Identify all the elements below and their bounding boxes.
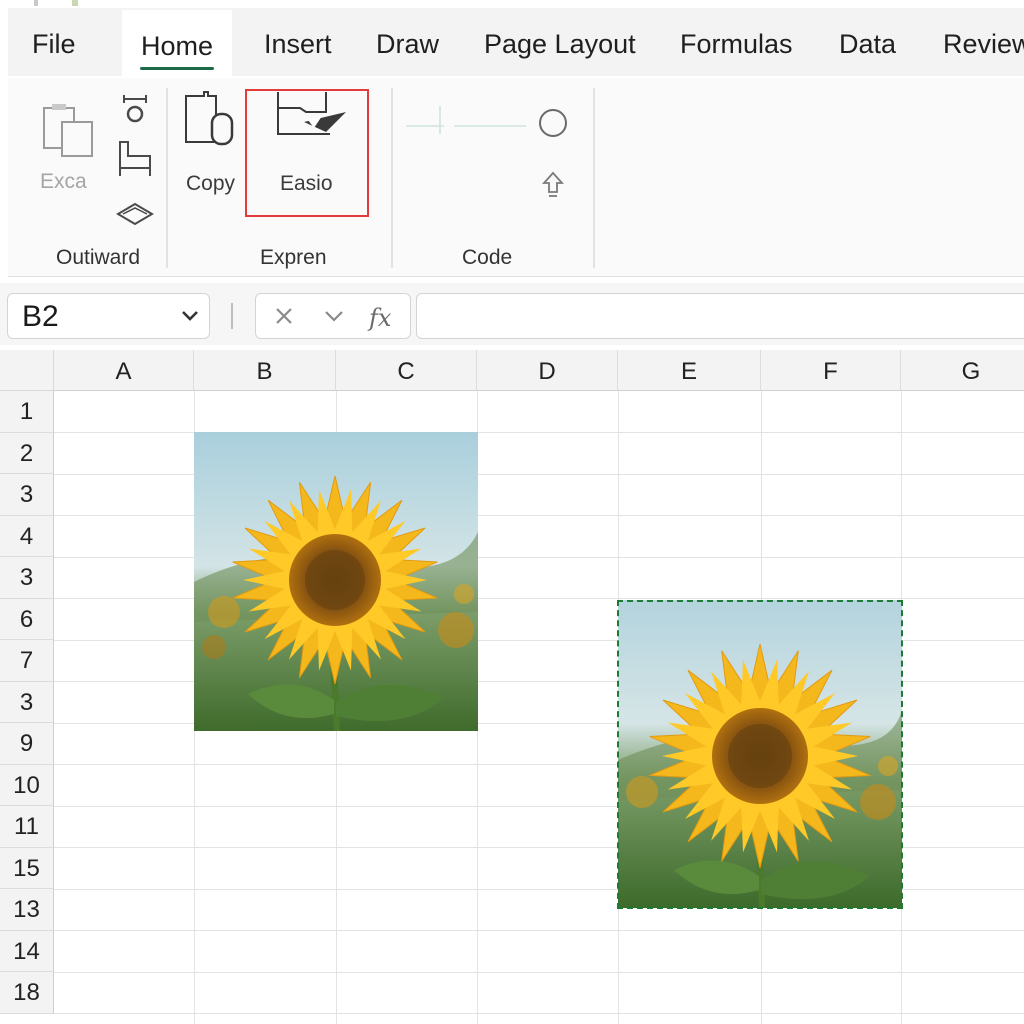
worksheet-grid[interactable]: A B C D E F G 1 2 3 4 3 6 7 3 9 10 11 15… [0, 350, 1024, 1024]
ribbon: Exca Outiward Copy Easio Expren Code [8, 78, 1024, 277]
sunflower-image [618, 600, 902, 908]
ribbon-tab-bar: File Home Insert Draw Page Layout Formul… [8, 8, 1024, 76]
picture-tool-icon [277, 92, 346, 135]
tab-page-layout[interactable]: Page Layout [484, 8, 636, 76]
format-painter-button[interactable] [121, 94, 149, 131]
column-header-d[interactable]: D [477, 350, 618, 391]
formula-bar: B2 fx [0, 283, 1024, 345]
row-header[interactable]: 9 [0, 723, 54, 765]
gridline [54, 971, 1024, 973]
tab-draw[interactable]: Draw [376, 8, 439, 76]
row-header[interactable]: 13 [0, 889, 54, 931]
line-shape-button[interactable] [404, 100, 534, 145]
tab-formulas[interactable]: Formulas [680, 8, 793, 76]
tab-home[interactable]: Home [122, 10, 232, 76]
sunflower-picture-1[interactable] [194, 432, 478, 731]
upload-button[interactable] [540, 170, 566, 205]
window-top-strip [0, 0, 1024, 8]
row-header[interactable]: 14 [0, 930, 54, 972]
group-separator [391, 88, 393, 268]
format-painter-icon [123, 95, 147, 123]
column-header-e[interactable]: E [618, 350, 761, 391]
row-header[interactable]: 3 [0, 681, 54, 723]
row-header[interactable]: 1 [0, 391, 54, 433]
group-label-code: Code [462, 246, 513, 269]
formula-bar-divider [231, 303, 233, 329]
row-header[interactable]: 2 [0, 432, 54, 474]
enter-check-icon[interactable] [320, 302, 348, 330]
gridline [54, 1013, 1024, 1014]
sunflower-image [194, 432, 478, 731]
row-header[interactable]: 3 [0, 474, 54, 516]
cancel-icon[interactable] [270, 302, 298, 330]
line-shape-icon [406, 106, 526, 134]
copy-icon [185, 91, 234, 146]
gridline [54, 930, 1024, 931]
copy-button-label: Copy [186, 172, 236, 195]
svg-text:fx: fx [367, 304, 392, 332]
easio-button[interactable]: Easio [270, 88, 360, 198]
paste-button-label: Exca [40, 170, 87, 193]
insert-function-icon[interactable]: fx [366, 302, 400, 332]
column-header-f[interactable]: F [761, 350, 901, 391]
name-box-value: B2 [22, 300, 59, 333]
row-header[interactable]: 3 [0, 557, 54, 599]
eraser-button[interactable] [116, 198, 154, 233]
chair-icon [119, 141, 151, 176]
copy-button[interactable]: Copy [182, 90, 244, 200]
row-header[interactable]: 7 [0, 640, 54, 682]
column-header-c[interactable]: C [336, 350, 477, 391]
group-separator [166, 88, 168, 268]
circle-icon [539, 109, 567, 137]
name-box[interactable]: B2 [7, 293, 210, 339]
column-header-g[interactable]: G [901, 350, 1024, 391]
row-header[interactable]: 15 [0, 847, 54, 889]
sunflower-picture-2[interactable] [618, 600, 902, 908]
group-label-outiward: Outiward [56, 246, 141, 269]
active-tab-indicator [140, 67, 214, 70]
formula-input[interactable] [416, 293, 1024, 339]
row-header[interactable]: 4 [0, 515, 54, 557]
window-control-fragment [72, 0, 78, 6]
row-header[interactable]: 11 [0, 806, 54, 848]
window-control-fragment [34, 0, 38, 6]
tab-review[interactable]: Review [943, 8, 1024, 76]
row-header[interactable]: 18 [0, 972, 54, 1014]
formula-bar-buttons: fx [255, 293, 411, 339]
circle-button[interactable] [536, 106, 570, 145]
group-separator [593, 88, 595, 268]
chevron-down-icon[interactable] [179, 304, 201, 326]
tab-file[interactable]: File [32, 8, 76, 76]
eraser-icon [116, 202, 154, 226]
paste-icon [43, 104, 93, 157]
tab-data[interactable]: Data [839, 8, 896, 76]
select-all-corner[interactable] [0, 350, 54, 391]
group-label-expren: Expren [260, 246, 327, 269]
chair-button[interactable] [116, 138, 154, 183]
tab-insert[interactable]: Insert [264, 8, 332, 76]
row-header[interactable]: 10 [0, 764, 54, 806]
upload-icon [541, 171, 565, 197]
row-header[interactable]: 6 [0, 598, 54, 640]
easio-button-label: Easio [280, 172, 333, 195]
column-header-a[interactable]: A [54, 350, 194, 391]
paste-button[interactable]: Exca [38, 100, 98, 200]
column-header-b[interactable]: B [194, 350, 336, 391]
